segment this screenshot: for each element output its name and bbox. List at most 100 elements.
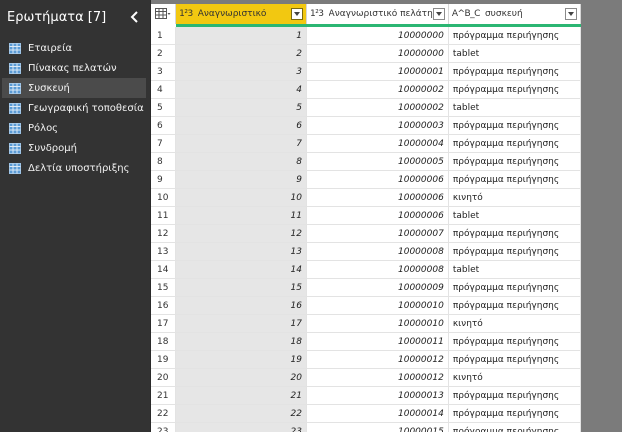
table-row[interactable]: 7 7 10000004 πρόγραμμα περιήγησης <box>151 134 581 153</box>
customer-id-cell[interactable]: 10000011 <box>306 332 449 351</box>
id-cell[interactable]: 23 <box>175 422 307 432</box>
id-cell[interactable]: 1 <box>175 27 307 45</box>
table-row[interactable]: 8 8 10000005 πρόγραμμα περιήγησης <box>151 152 581 171</box>
query-item[interactable]: Συνδρομή <box>2 138 146 158</box>
table-row[interactable]: 10 10 10000006 κινητό <box>151 188 581 207</box>
column-header[interactable]: A^B_C συσκευή <box>448 4 581 24</box>
table-row[interactable]: 16 16 10000010 πρόγραμμα περιήγησης <box>151 296 581 315</box>
id-cell[interactable]: 15 <box>175 278 307 297</box>
table-row[interactable]: 14 14 10000008 tablet <box>151 260 581 279</box>
device-cell[interactable]: πρόγραμμα περιήγησης <box>448 224 581 243</box>
customer-id-cell[interactable]: 10000000 <box>306 44 449 63</box>
table-row[interactable]: 2 2 10000000 tablet <box>151 44 581 63</box>
query-item[interactable]: Δελτία υποστήριξης <box>2 158 146 178</box>
table-row[interactable]: 6 6 10000003 πρόγραμμα περιήγησης <box>151 116 581 135</box>
id-cell[interactable]: 17 <box>175 314 307 333</box>
device-cell[interactable]: πρόγραμμα περιήγησης <box>448 62 581 81</box>
query-item[interactable]: Πίνακας πελατών <box>2 58 146 78</box>
device-cell[interactable]: πρόγραμμα περιήγησης <box>448 152 581 171</box>
customer-id-cell[interactable]: 10000014 <box>306 404 449 423</box>
query-item[interactable]: Γεωγραφική τοποθεσία <box>2 98 146 118</box>
id-cell[interactable]: 3 <box>175 62 307 81</box>
device-cell[interactable]: κινητό <box>448 368 581 387</box>
dropdown-icon[interactable] <box>432 8 445 20</box>
table-row[interactable]: 13 13 10000008 πρόγραμμα περιήγησης <box>151 242 581 261</box>
device-cell[interactable]: πρόγραμμα περιήγησης <box>448 422 581 432</box>
id-cell[interactable]: 11 <box>175 206 307 225</box>
id-cell[interactable]: 16 <box>175 296 307 315</box>
device-cell[interactable]: πρόγραμμα περιήγησης <box>448 404 581 423</box>
device-cell[interactable]: πρόγραμμα περιήγησης <box>448 296 581 315</box>
id-cell[interactable]: 19 <box>175 350 307 369</box>
device-cell[interactable]: πρόγραμμα περιήγησης <box>448 27 581 45</box>
id-cell[interactable]: 22 <box>175 404 307 423</box>
table-row[interactable]: 22 22 10000014 πρόγραμμα περιήγησης <box>151 404 581 423</box>
column-type-icon[interactable]: 1²3 <box>310 9 324 19</box>
id-cell[interactable]: 12 <box>175 224 307 243</box>
id-cell[interactable]: 5 <box>175 98 307 117</box>
customer-id-cell[interactable]: 10000010 <box>306 296 449 315</box>
customer-id-cell[interactable]: 10000006 <box>306 206 449 225</box>
grid-corner-menu[interactable] <box>151 4 177 24</box>
table-row[interactable]: 17 17 10000010 κινητό <box>151 314 581 333</box>
id-cell[interactable]: 6 <box>175 116 307 135</box>
customer-id-cell[interactable]: 10000004 <box>306 134 449 153</box>
customer-id-cell[interactable]: 10000012 <box>306 368 449 387</box>
device-cell[interactable]: πρόγραμμα περιήγησης <box>448 242 581 261</box>
id-cell[interactable]: 7 <box>175 134 307 153</box>
customer-id-cell[interactable]: 10000005 <box>306 152 449 171</box>
id-cell[interactable]: 4 <box>175 80 307 99</box>
dropdown-icon[interactable] <box>565 8 577 20</box>
table-row[interactable]: 19 19 10000012 πρόγραμμα περιήγησης <box>151 350 581 369</box>
customer-id-cell[interactable]: 10000003 <box>306 116 449 135</box>
customer-id-cell[interactable]: 10000006 <box>306 188 449 207</box>
customer-id-cell[interactable]: 10000010 <box>306 314 449 333</box>
device-cell[interactable]: πρόγραμμα περιήγησης <box>448 170 581 189</box>
device-cell[interactable]: tablet <box>448 44 581 63</box>
id-cell[interactable]: 10 <box>175 188 307 207</box>
table-row[interactable]: 15 15 10000009 πρόγραμμα περιήγησης <box>151 278 581 297</box>
table-row[interactable]: 11 11 10000006 tablet <box>151 206 581 225</box>
query-item[interactable]: Συσκευή <box>2 78 146 98</box>
customer-id-cell[interactable]: 10000008 <box>306 242 449 261</box>
device-cell[interactable]: tablet <box>448 260 581 279</box>
customer-id-cell[interactable]: 10000002 <box>306 98 449 117</box>
id-cell[interactable]: 20 <box>175 368 307 387</box>
customer-id-cell[interactable]: 10000006 <box>306 170 449 189</box>
customer-id-cell[interactable]: 10000009 <box>306 278 449 297</box>
device-cell[interactable]: πρόγραμμα περιήγησης <box>448 332 581 351</box>
device-cell[interactable]: πρόγραμμα περιήγησης <box>448 134 581 153</box>
device-cell[interactable]: κινητό <box>448 188 581 207</box>
device-cell[interactable]: πρόγραμμα περιήγησης <box>448 350 581 369</box>
table-row[interactable]: 21 21 10000013 πρόγραμμα περιήγησης <box>151 386 581 405</box>
device-cell[interactable]: tablet <box>448 206 581 225</box>
customer-id-cell[interactable]: 10000012 <box>306 350 449 369</box>
chevron-left-icon[interactable] <box>128 10 142 24</box>
column-header[interactable]: 1²3 Αναγνωριστικό πελάτη <box>306 4 449 24</box>
id-cell[interactable]: 18 <box>175 332 307 351</box>
device-cell[interactable]: πρόγραμμα περιήγησης <box>448 116 581 135</box>
id-cell[interactable]: 21 <box>175 386 307 405</box>
device-cell[interactable]: πρόγραμμα περιήγησης <box>448 278 581 297</box>
id-cell[interactable]: 9 <box>175 170 307 189</box>
table-row[interactable]: 1 1 10000000 πρόγραμμα περιήγησης <box>151 27 581 45</box>
column-type-icon[interactable]: A^B_C <box>452 9 481 19</box>
id-cell[interactable]: 13 <box>175 242 307 261</box>
query-item[interactable]: Ρόλος <box>2 118 146 138</box>
table-row[interactable]: 4 4 10000002 πρόγραμμα περιήγησης <box>151 80 581 99</box>
id-cell[interactable]: 14 <box>175 260 307 279</box>
query-item[interactable]: Εταιρεία <box>2 38 146 58</box>
device-cell[interactable]: πρόγραμμα περιήγησης <box>448 386 581 405</box>
customer-id-cell[interactable]: 10000007 <box>306 224 449 243</box>
column-header[interactable]: 1²3 Αναγνωριστικό <box>175 4 307 24</box>
table-row[interactable]: 18 18 10000011 πρόγραμμα περιήγησης <box>151 332 581 351</box>
customer-id-cell[interactable]: 10000001 <box>306 62 449 81</box>
dropdown-icon[interactable] <box>290 8 303 20</box>
column-type-icon[interactable]: 1²3 <box>179 9 193 19</box>
table-row[interactable]: 12 12 10000007 πρόγραμμα περιήγησης <box>151 224 581 243</box>
id-cell[interactable]: 2 <box>175 44 307 63</box>
customer-id-cell[interactable]: 10000008 <box>306 260 449 279</box>
customer-id-cell[interactable]: 10000015 <box>306 422 449 432</box>
table-row[interactable]: 23 23 10000015 πρόγραμμα περιήγησης <box>151 422 581 432</box>
customer-id-cell[interactable]: 10000000 <box>306 27 449 45</box>
